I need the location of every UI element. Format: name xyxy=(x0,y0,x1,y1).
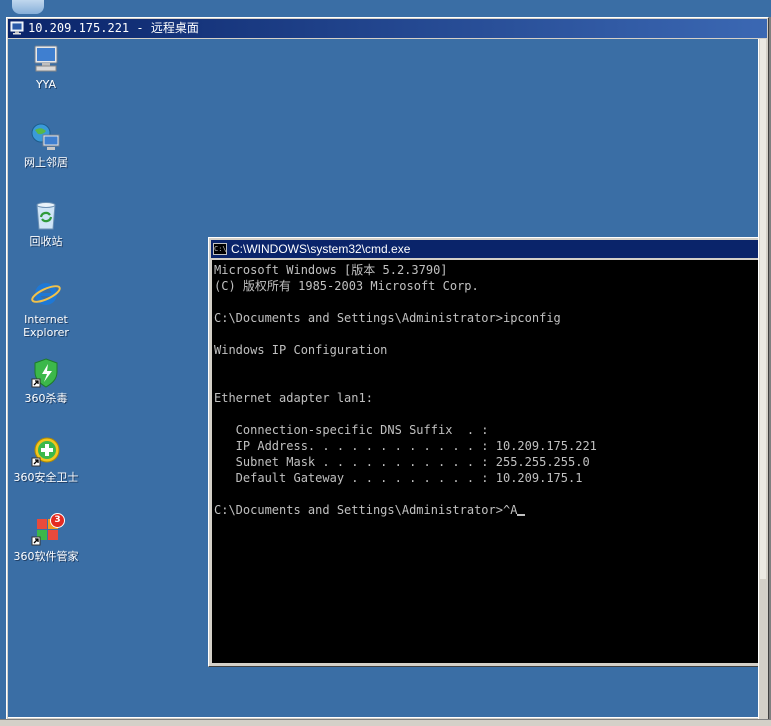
console-line: Connection-specific DNS Suffix . : xyxy=(214,423,489,437)
desktop-icon-label: YYA xyxy=(35,78,57,91)
console-line: Ethernet adapter lan1: xyxy=(214,391,373,405)
text-cursor xyxy=(517,514,526,516)
360-safeguard-icon xyxy=(31,437,60,467)
scrollbar-thumb[interactable] xyxy=(760,39,766,579)
window-title: 10.209.175.221 - 远程桌面 xyxy=(28,21,199,35)
desktop-icon-yya[interactable]: YYA xyxy=(8,43,84,91)
remote-desktop-window: 10.209.175.221 - 远程桌面 YYA 网上邻居 回收站 Inter… xyxy=(6,17,769,726)
desktop-icon-360-safeguard[interactable]: 360安全卫士 xyxy=(8,436,84,484)
remote-desktop-area: YYA 网上邻居 回收站 Internet Explorer 360杀毒 360… xyxy=(8,39,758,717)
cmd-icon[interactable]: C:\ xyxy=(213,243,227,255)
cmd-window: C:\ C:\WINDOWS\system32\cmd.exe Microsof… xyxy=(208,237,758,667)
desktop-icon-label: 360杀毒 xyxy=(24,392,68,405)
desktop-icon-label: 360安全卫士 xyxy=(13,471,79,484)
desktop-icon-internet-explorer[interactable]: Internet Explorer xyxy=(8,278,84,339)
host-desktop-strip xyxy=(0,0,771,17)
recycle-bin-icon[interactable] xyxy=(12,0,44,14)
recycle-bin-icon xyxy=(36,202,56,230)
console-line: IP Address. . . . . . . . . . . . : 10.2… xyxy=(214,439,597,453)
vertical-scrollbar[interactable] xyxy=(758,39,767,719)
network-places-icon xyxy=(31,123,60,150)
cmd-titlebar[interactable]: C:\ C:\WINDOWS\system32\cmd.exe xyxy=(211,240,758,258)
console-line: C:\Documents and Settings\Administrator>… xyxy=(214,311,561,325)
cmd-window-title: C:\WINDOWS\system32\cmd.exe xyxy=(231,242,411,256)
desktop-icon-label: Internet Explorer xyxy=(23,313,69,339)
desktop-icon-360-software-manager[interactable]: 360软件管家 3 xyxy=(8,513,84,563)
console-output[interactable]: Microsoft Windows [版本 5.2.3790] (C) 版权所有… xyxy=(212,260,758,663)
desktop-icon-label: 回收站 xyxy=(29,235,63,248)
console-prompt: C:\Documents and Settings\Administrator>… xyxy=(214,503,518,517)
console-line: Default Gateway . . . . . . . . . : 10.2… xyxy=(214,471,583,485)
desktop-icon-network-places[interactable]: 网上邻居 xyxy=(8,121,84,169)
remote-desktop-icon[interactable] xyxy=(10,21,24,35)
console-prompt-line[interactable]: C:\Documents and Settings\Administrator>… xyxy=(214,502,758,518)
desktop-icon-360-antivirus[interactable]: 360杀毒 xyxy=(8,357,84,405)
console-line: Microsoft Windows [版本 5.2.3790] xyxy=(214,263,448,277)
host-bottom-strip xyxy=(0,719,771,726)
desktop-icon-recycle-bin[interactable]: 回收站 xyxy=(8,200,84,248)
notification-badge: 3 xyxy=(50,513,65,528)
computer-icon xyxy=(34,45,58,72)
360-antivirus-icon xyxy=(31,358,58,388)
console-line: Subnet Mask . . . . . . . . . . . : 255.… xyxy=(214,455,590,469)
console-line: (C) 版权所有 1985-2003 Microsoft Corp. xyxy=(214,279,479,293)
remote-desktop-titlebar[interactable]: 10.209.175.221 - 远程桌面 xyxy=(8,19,767,38)
internet-explorer-icon xyxy=(31,283,61,305)
console-line: Windows IP Configuration xyxy=(214,343,388,357)
desktop-icon-label: 360软件管家 xyxy=(13,550,79,563)
desktop-icon-label: 网上邻居 xyxy=(24,156,68,169)
